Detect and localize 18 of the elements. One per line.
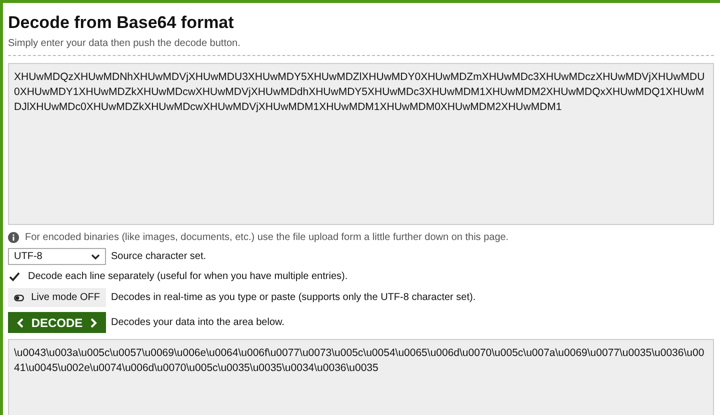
input-field[interactable]: XHUwMDQzXHUwMDNhXHUwMDVjXHUwMDU3XHUwMDY5XHUwMDZlXHUwMDY0XHUwMDZmXHUwMDc3XHUwMDczXHUwMDVjXHUwMDU0XHUwMDY1XHUwMDZkXHUwMDcwXHUwMDVjXHUwMDdhXHUwMDY5XHUwMDc3XHUwMDM1XHUwMDM2XHUwMDQxXHUwMDQ1XHUwMDJlXHUwMDc0XHUwMDZkXHUwMDcwXHUwMDVjXHUwMDM1XHUwMDM1XHUwMDM0XHUwMDM2XHUwMDM1	[8, 63, 714, 225]
live-mode-description: Decodes in real-time as you type or paste (supports only the UTF-8 character set).	[111, 292, 476, 303]
info-icon	[8, 232, 19, 243]
decode-description: Decodes your data into the area below.	[111, 317, 284, 328]
page-subtitle: Simply enter your data then push the decode button.	[8, 38, 242, 49]
chevron-down-icon	[91, 254, 100, 260]
info-text: For encoded binaries (like images, documents, etc.) use the file upload form a little further down on this page.	[25, 232, 509, 243]
live-mode-button[interactable]: Live mode OFF	[8, 288, 106, 307]
chevron-right-icon	[90, 318, 97, 328]
chevron-left-icon	[17, 318, 24, 328]
page-title: Decode from Base64 format	[8, 13, 235, 33]
checkbox[interactable]	[8, 270, 21, 283]
checkbox-label: Decode each line separately (useful for when you have multiple entries).	[28, 271, 348, 282]
toggle-icon	[14, 294, 24, 302]
charset-label: Source character set.	[111, 251, 206, 262]
decode-button[interactable]: DECODE	[8, 312, 106, 333]
output-field[interactable]: \u0043\u003a\u005c\u0057\u0069\u006e\u0064\u006f\u0077\u0073\u005c\u0054\u0065\u006d\u0070\u005c\u007a\u0069\u0077\u0035\u0036\u0041\u0045\u002e\u0074\u006d\u0070\u005c\u0035\u0035\u0034\u0036\u0035	[8, 339, 714, 415]
charset-select[interactable]: UTF-8	[8, 248, 106, 265]
